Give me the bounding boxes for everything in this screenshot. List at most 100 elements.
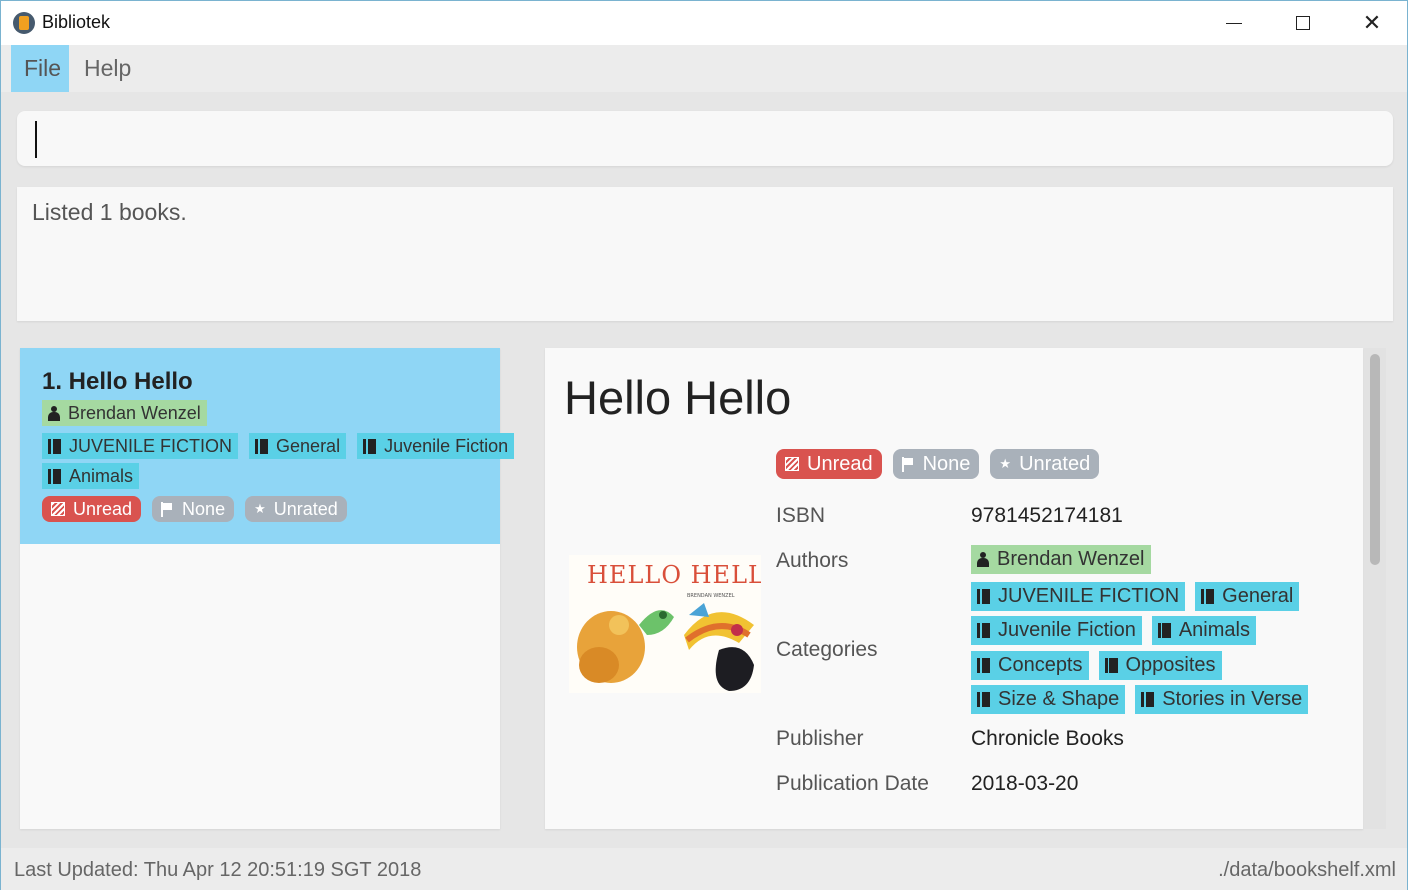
unread-icon <box>51 502 65 516</box>
result-message: Listed 1 books. <box>32 199 187 225</box>
rating-badge: ★ Unrated <box>245 496 347 522</box>
detail-category-row: Juvenile Fiction Animals <box>971 616 1256 645</box>
person-icon <box>48 405 60 421</box>
category-tag: Concepts <box>971 651 1089 680</box>
maximize-button[interactable] <box>1268 1 1338 45</box>
title-bar: Bibliotek ✕ <box>1 1 1407 45</box>
rating-label: Unrated <box>1019 452 1091 475</box>
book-icon <box>977 589 990 604</box>
book-detail-panel: Hello Hello Unread None ★ Unrated HELLO H… <box>545 348 1363 829</box>
category-label: Animals <box>1178 619 1250 641</box>
category-tag: General <box>1195 582 1300 611</box>
book-icon <box>1141 692 1155 707</box>
category-label: Size & Shape <box>998 688 1120 710</box>
category-tag: Juvenile Fiction <box>971 616 1142 645</box>
svg-text:BRENDAN WENZEL: BRENDAN WENZEL <box>687 593 735 599</box>
app-window: Bibliotek ✕ File Help Listed 1 books. 1.… <box>0 0 1408 890</box>
star-icon: ★ <box>999 456 1012 471</box>
category-label: General <box>276 435 341 456</box>
book-card-title: 1. Hello Hello <box>42 368 193 395</box>
priority-badge: None <box>892 449 980 479</box>
status-label: Unread <box>73 498 133 519</box>
author-tag: Brendan Wenzel <box>42 400 207 426</box>
category-tag: JUVENILE FICTION <box>971 582 1186 611</box>
star-icon: ★ <box>254 501 266 516</box>
book-icon <box>1201 589 1215 604</box>
status-bar: Last Updated: Thu Apr 12 20:51:19 SGT 20… <box>1 848 1407 890</box>
card-category-row: JUVENILE FICTION General Juvenile Fictio… <box>42 433 515 459</box>
flag-icon <box>161 501 173 517</box>
book-icon <box>1104 658 1118 673</box>
close-icon: ✕ <box>1362 10 1382 35</box>
category-tag: General <box>249 433 347 459</box>
rating-badge: ★ Unrated <box>990 449 1100 479</box>
status-badge: Unread <box>42 496 142 522</box>
book-icon <box>977 623 990 638</box>
card-status-row: Unread None ★ Unrated <box>42 496 347 522</box>
last-updated-text: Last Updated: Thu Apr 12 20:51:19 SGT 20… <box>14 859 422 881</box>
book-icon <box>48 438 61 454</box>
detail-category-row: Concepts Opposites <box>971 651 1222 680</box>
author-name: Brendan Wenzel <box>68 402 201 423</box>
text-caret <box>35 121 37 158</box>
card-author-row: Brendan Wenzel <box>42 400 207 426</box>
book-list-panel[interactable]: 1. Hello Hello Brendan Wenzel JUVENILE F… <box>20 348 515 829</box>
book-icon <box>977 658 990 673</box>
publisher-value: Chronicle Books <box>971 727 1124 750</box>
file-path-text: ./data/bookshelf.xml <box>1218 859 1396 881</box>
book-icon <box>48 468 61 484</box>
close-button[interactable]: ✕ <box>1337 1 1407 45</box>
category-tag: JUVENILE FICTION <box>42 433 239 459</box>
category-label: Animals <box>69 465 134 486</box>
minimize-button[interactable] <box>1199 1 1269 45</box>
menu-file[interactable]: File <box>11 45 69 92</box>
category-tag: Animals <box>1151 616 1256 645</box>
category-tag: Stories in Verse <box>1135 685 1309 714</box>
scrollbar-thumb[interactable] <box>1370 354 1380 565</box>
pubdate-label: Publication Date <box>776 772 929 795</box>
publisher-label: Publisher <box>776 727 864 750</box>
priority-badge: None <box>152 496 235 522</box>
book-icon <box>1157 623 1171 638</box>
detail-title: Hello Hello <box>564 371 792 424</box>
cover-illustration: HELLO HELLO BRENDAN WENZEL <box>569 555 761 693</box>
cover-title: HELLO HELLO <box>587 561 761 589</box>
book-list-card[interactable]: 1. Hello Hello Brendan Wenzel JUVENILE F… <box>20 348 515 544</box>
category-label: Stories in Verse <box>1162 688 1303 710</box>
status-badge: Unread <box>776 449 882 479</box>
card-category-row: Animals <box>42 463 140 489</box>
author-name: Brendan Wenzel <box>997 548 1145 570</box>
category-label: JUVENILE FICTION <box>998 585 1180 607</box>
categories-label: Categories <box>776 638 878 661</box>
category-label: General <box>1222 585 1294 607</box>
detail-scrollbar[interactable] <box>1364 348 1386 829</box>
isbn-label: ISBN <box>776 504 826 527</box>
priority-label: None <box>922 452 971 475</box>
unread-icon <box>785 457 799 471</box>
category-tag: Opposites <box>1098 651 1222 680</box>
command-input[interactable] <box>17 111 1393 166</box>
maximize-icon <box>1296 16 1310 30</box>
result-display: Listed 1 books. <box>17 187 1393 321</box>
book-icon <box>977 692 990 707</box>
category-tag: Juvenile Fiction <box>357 433 515 459</box>
minimize-icon <box>1226 22 1242 24</box>
person-icon <box>977 552 989 567</box>
menu-help[interactable]: Help <box>71 45 144 92</box>
isbn-value: 9781452174181 <box>971 504 1123 527</box>
priority-label: None <box>182 498 226 519</box>
detail-category-row: Size & Shape Stories in Verse <box>971 685 1309 714</box>
category-tag: Animals <box>42 463 140 489</box>
book-icon <box>255 438 269 454</box>
authors-label: Authors <box>776 549 849 572</box>
author-tag: Brendan Wenzel <box>971 545 1151 574</box>
rating-label: Unrated <box>273 498 338 519</box>
menu-bar: File Help <box>1 45 1407 92</box>
window-title: Bibliotek <box>42 12 111 32</box>
flag-icon <box>901 456 914 472</box>
category-label: Juvenile Fiction <box>384 435 509 456</box>
category-tag: Size & Shape <box>971 685 1126 714</box>
category-label: Juvenile Fiction <box>998 619 1136 641</box>
detail-category-row: JUVENILE FICTION General <box>971 582 1300 611</box>
status-label: Unread <box>807 452 873 475</box>
